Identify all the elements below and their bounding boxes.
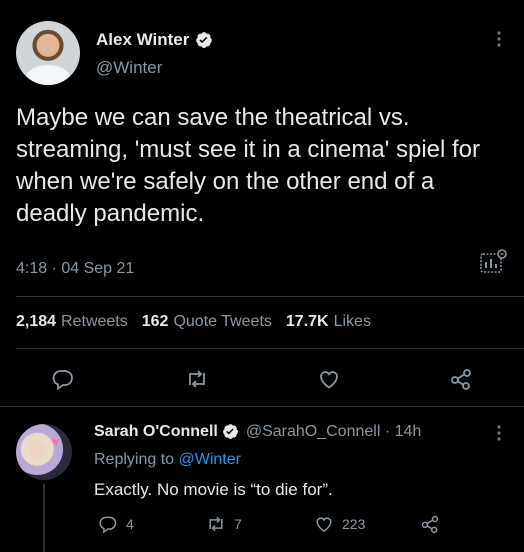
replying-prefix: Replying to bbox=[94, 451, 175, 468]
author-handle[interactable]: @Winter bbox=[96, 58, 162, 78]
like-icon bbox=[314, 514, 334, 534]
divider bbox=[16, 348, 524, 349]
divider bbox=[16, 296, 524, 297]
reply-like-button[interactable]: 223 bbox=[314, 513, 365, 535]
reply-reply-button[interactable]: 4 bbox=[98, 513, 134, 535]
retweet-icon[interactable] bbox=[180, 362, 214, 396]
reply-retweet-button[interactable]: 7 bbox=[206, 513, 242, 535]
quotes-stat[interactable]: 162 Quote Tweets bbox=[142, 313, 272, 331]
quotes-label: Quote Tweets bbox=[173, 313, 272, 330]
retweets-stat[interactable]: 2,184 Retweets bbox=[16, 313, 128, 331]
reply-author-avatar[interactable]: ♥ bbox=[16, 424, 72, 480]
share-icon bbox=[420, 514, 440, 534]
share-icon[interactable] bbox=[444, 362, 478, 396]
tweet-text: Maybe we can save the theatrical vs. str… bbox=[16, 104, 481, 227]
retweet-count: 7 bbox=[234, 516, 242, 532]
reply-actions: 4 7 223 bbox=[94, 513, 494, 535]
divider bbox=[0, 406, 524, 407]
reply-header: Sarah O'Connell @SarahO_Connell · 14h bbox=[94, 423, 421, 441]
author-avatar[interactable] bbox=[16, 21, 80, 85]
retweets-label: Retweets bbox=[61, 313, 128, 330]
reply-icon[interactable] bbox=[46, 362, 80, 396]
thread-line bbox=[43, 484, 45, 552]
reply-count: 4 bbox=[126, 516, 134, 532]
tweet-stats: 2,184 Retweets 162 Quote Tweets 17.7K Likes bbox=[16, 313, 371, 331]
likes-count: 17.7K bbox=[285, 313, 329, 330]
more-icon[interactable] bbox=[496, 30, 502, 48]
replying-mention[interactable]: @Winter bbox=[179, 451, 241, 468]
reply-icon bbox=[98, 514, 118, 534]
like-count: 223 bbox=[342, 516, 366, 532]
tweet-timestamp[interactable]: 4:18 · 04 Sep 21 bbox=[16, 260, 134, 278]
likes-stat[interactable]: 17.7K Likes bbox=[286, 313, 371, 331]
heart-icon: ♥ bbox=[52, 434, 60, 449]
like-icon[interactable] bbox=[312, 362, 346, 396]
likes-label: Likes bbox=[333, 313, 371, 330]
analytics-icon[interactable] bbox=[478, 248, 508, 276]
reply-author-name[interactable]: Sarah O'Connell bbox=[94, 423, 218, 441]
verified-badge-icon bbox=[195, 31, 213, 49]
quotes-count: 162 bbox=[141, 313, 169, 330]
retweets-count: 2,184 bbox=[16, 313, 57, 330]
author-name-text[interactable]: Alex Winter bbox=[96, 30, 189, 50]
reply-text: Exactly. No movie is “to die for”. bbox=[94, 480, 333, 499]
author-name[interactable]: Alex Winter bbox=[96, 30, 213, 50]
reply-handle-time[interactable]: @SarahO_Connell · 14h bbox=[246, 423, 421, 441]
replying-to: Replying to @Winter bbox=[94, 451, 241, 469]
more-icon[interactable] bbox=[496, 424, 502, 442]
retweet-icon bbox=[206, 514, 226, 534]
reply-share-button[interactable] bbox=[420, 513, 440, 535]
tweet-actions bbox=[0, 362, 524, 396]
verified-badge-icon bbox=[222, 423, 240, 441]
